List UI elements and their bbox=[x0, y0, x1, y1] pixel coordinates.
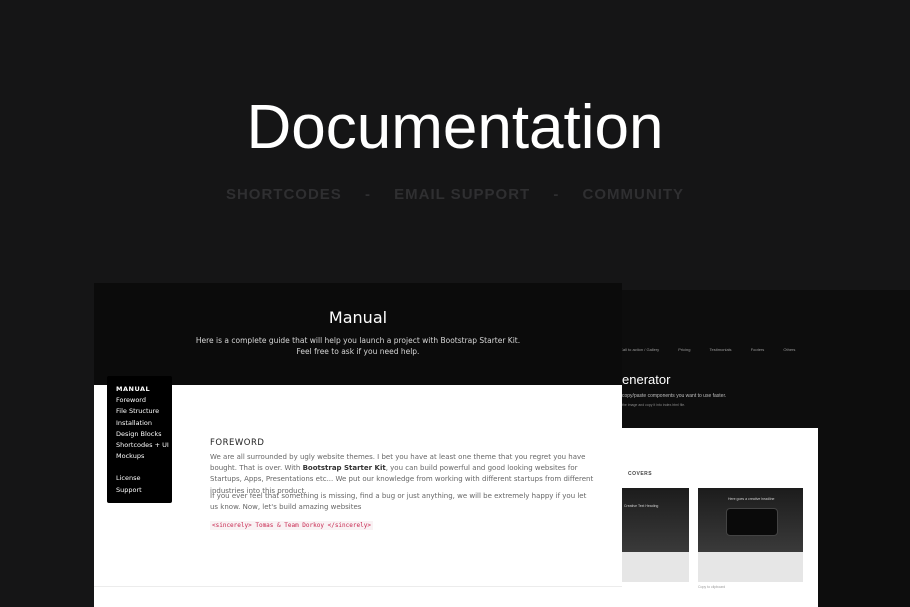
sidebar-item-manual[interactable]: MANUAL bbox=[116, 384, 172, 395]
thumbnail-caption: Creative Text Heading bbox=[624, 504, 659, 508]
hero-nav: SHORTCODES - EMAIL SUPPORT - COMMUNITY bbox=[0, 186, 910, 203]
doc-sidebar: MANUAL Foreword File Structure Installat… bbox=[107, 376, 172, 503]
bg-subtext: copy/paste components you want to use fa… bbox=[622, 393, 727, 399]
sidebar-item-design-blocks[interactable]: Design Blocks bbox=[116, 429, 172, 440]
phone-mockup-icon bbox=[726, 508, 778, 536]
sidebar-item-support[interactable]: Support bbox=[116, 485, 172, 496]
bg-nav-item[interactable]: Others bbox=[783, 347, 795, 352]
foreword-heading: FOREWORD bbox=[210, 438, 265, 448]
bg-nav-item[interactable]: Call to action / Gallery bbox=[620, 347, 659, 352]
cover-thumbnail[interactable]: Creative Text Heading bbox=[622, 488, 689, 582]
bg-nav-item[interactable]: Footers bbox=[751, 347, 765, 352]
manual-description: Here is a complete guide that will help … bbox=[94, 335, 622, 357]
product-name: Bootstrap Starter Kit bbox=[302, 464, 386, 473]
manual-header bbox=[94, 283, 622, 385]
thumbnail-code bbox=[622, 552, 689, 582]
thumbnail-caption: Here goes a creative headline bbox=[728, 497, 775, 501]
divider bbox=[94, 586, 622, 587]
bg-nav-item[interactable]: Pricing bbox=[678, 347, 690, 352]
nav-link-shortcodes[interactable]: SHORTCODES bbox=[226, 186, 342, 203]
thumbnail-code bbox=[698, 552, 803, 582]
cover-thumbnail[interactable]: Here goes a creative headline bbox=[698, 488, 803, 582]
sidebar-item-mockups[interactable]: Mockups bbox=[116, 451, 172, 462]
manual-description-line: Here is a complete guide that will help … bbox=[195, 336, 521, 345]
nav-link-email-support[interactable]: EMAIL SUPPORT bbox=[394, 186, 530, 203]
signature-code: <sincerely> Tomas & Team Dorkoy </sincer… bbox=[210, 521, 373, 530]
thumbnail-image bbox=[622, 488, 689, 552]
copy-to-clipboard-link[interactable]: Copy to clipboard bbox=[698, 585, 725, 589]
sidebar-item-installation[interactable]: Installation bbox=[116, 418, 172, 429]
bg-section-label: COVERS bbox=[628, 471, 653, 477]
sidebar-item-shortcodes-ui[interactable]: Shortcodes + UI bbox=[116, 440, 172, 451]
sidebar-item-file-structure[interactable]: File Structure bbox=[116, 406, 172, 417]
foreword-paragraph-2: If you ever feel that something is missi… bbox=[210, 492, 587, 512]
manual-description-line: Feel free to ask if you need help. bbox=[296, 347, 420, 356]
page-title: Documentation bbox=[246, 93, 664, 162]
manual-title: Manual bbox=[328, 308, 388, 327]
sidebar-item-license[interactable]: License bbox=[116, 473, 172, 484]
nav-link-community[interactable]: COMMUNITY bbox=[583, 186, 685, 203]
stage: Documentation SHORTCODES - EMAIL SUPPORT… bbox=[0, 0, 910, 607]
nav-separator: - bbox=[553, 186, 560, 203]
background-nav: Call to action / Gallery Pricing Testimo… bbox=[620, 347, 813, 352]
nav-separator: - bbox=[364, 186, 371, 203]
bg-heading: enerator bbox=[622, 372, 671, 387]
bg-nav-item[interactable]: Testimonials bbox=[710, 347, 732, 352]
sidebar-item-foreword[interactable]: Foreword bbox=[116, 395, 172, 406]
bg-subtext-2: the image and copy it into index.html fi… bbox=[622, 403, 686, 407]
